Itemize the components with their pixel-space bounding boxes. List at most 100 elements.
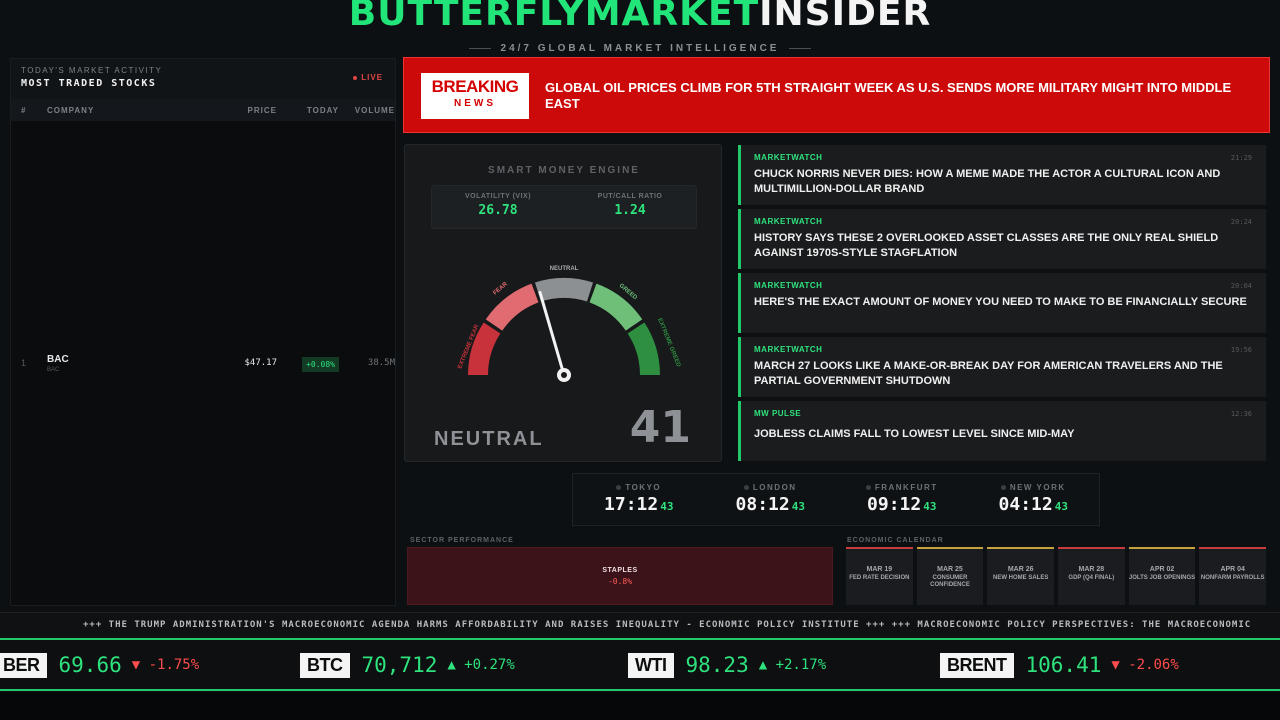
- news-time: 20:24: [1230, 218, 1252, 226]
- clock-time: 04:12 43: [968, 494, 1100, 515]
- event-name: NONFARM PAYROLLS: [1200, 575, 1265, 581]
- news-headline[interactable]: MARCH 27 LOOKS LIKE A MAKE-OR-BREAK DAY …: [754, 359, 1252, 389]
- news-headline[interactable]: JOBLESS CLAIMS FALL TO LOWEST LEVEL SINC…: [754, 427, 1252, 442]
- clock-tokyo: TOKYO 17:12 43: [573, 474, 705, 525]
- news-time: 12:36: [1230, 410, 1252, 418]
- news-headline[interactable]: HERE'S THE EXACT AMOUNT OF MONEY YOU NEE…: [754, 295, 1252, 310]
- row-rank: 1: [21, 358, 27, 368]
- price-symbol: WTI: [628, 652, 674, 678]
- clock-time: 08:12 43: [705, 494, 837, 515]
- col-company[interactable]: COMPANY: [47, 106, 197, 115]
- label-neutral: NEUTRAL: [550, 266, 579, 272]
- calendar-event[interactable]: APR 02 JOLTS JOB OPENINGS: [1128, 547, 1196, 605]
- brand-part-2: INSIDER: [759, 0, 932, 34]
- vix-value: 26.78: [478, 203, 518, 218]
- zone-extreme-greed: [627, 322, 660, 376]
- sector-value: -0.8%: [607, 577, 633, 586]
- col-today[interactable]: TODAY: [277, 106, 339, 115]
- clock-dot-icon: [743, 485, 749, 491]
- news-item[interactable]: MARKETWATCH 21:29 CHUCK NORRIS NEVER DIE…: [738, 145, 1266, 205]
- price-value: 98.23: [685, 653, 749, 677]
- price-value: 70,712: [361, 653, 438, 677]
- panel-header: TODAY'S MARKET ACTIVITY MOST TRADED STOC…: [11, 59, 395, 99]
- news-item[interactable]: MARKETWATCH 20:24 HISTORY SAYS THESE 2 O…: [738, 209, 1266, 269]
- world-clocks: TOKYO 17:12 43 LONDON 08:12 43 FRANKFURT 0…: [572, 473, 1100, 526]
- news-item[interactable]: MW PULSE 12:36 JOBLESS CLAIMS FALL TO LO…: [738, 401, 1266, 461]
- calendar-event[interactable]: APR 04 NONFARM PAYROLLS: [1199, 547, 1267, 605]
- price-change: ▲ +0.27%: [447, 657, 515, 673]
- clock-city-label: FRANKFURT: [874, 483, 938, 492]
- clock-london: LONDON 08:12 43: [705, 474, 837, 525]
- news-item[interactable]: MARKETWATCH 20:04 HERE'S THE EXACT AMOUN…: [738, 273, 1266, 333]
- col-volume[interactable]: VOLUME: [339, 106, 395, 115]
- panel-title: MOST TRADED STOCKS: [21, 78, 157, 89]
- zone-neutral: [534, 278, 594, 302]
- gauge-needle: [538, 290, 566, 377]
- sector-label: SECTOR PERFORMANCE: [410, 537, 514, 544]
- sentiment-gauge-card: SMART MONEY ENGINE VOLATILITY (VIX) 26.7…: [404, 144, 722, 462]
- label-extreme-greed: EXTREME GREED: [656, 318, 681, 369]
- gauge-title: SMART MONEY ENGINE: [488, 165, 640, 176]
- brand-part-1: BUTTERFLYMARKET: [348, 0, 760, 34]
- clock-hhmm: 08:12: [735, 494, 790, 515]
- news-time: 19:56: [1230, 346, 1252, 354]
- clock-seconds: 43: [1054, 500, 1068, 513]
- col-price[interactable]: PRICE: [197, 106, 277, 115]
- breaking-badge: BREAKING NEWS: [421, 73, 529, 119]
- breaking-headline[interactable]: GLOBAL OIL PRICES CLIMB FOR 5TH STRAIGHT…: [545, 80, 1245, 112]
- clock-city: FRANKFURT: [836, 483, 968, 492]
- label-fear: FEAR: [492, 281, 509, 297]
- zone-fear: [485, 283, 539, 331]
- calendar-event[interactable]: MAR 28 GDP (Q4 FINAL): [1058, 547, 1125, 605]
- event-name: GDP (Q4 FINAL): [1068, 575, 1115, 581]
- col-rank[interactable]: #: [11, 106, 47, 115]
- price-item[interactable]: BRENT 106.41 ▼ -2.06%: [940, 652, 1179, 678]
- calendar-event[interactable]: MAR 25 CONSUMER CONFIDENCE: [916, 547, 984, 605]
- row-volume: 38.5M: [367, 358, 395, 368]
- news-ticker: +++ THE TRUMP ADMINISTRATION'S MACROECON…: [0, 612, 1280, 638]
- put-call-value: 1.24: [614, 203, 646, 218]
- event-name: NEW HOME SALES: [993, 575, 1049, 581]
- change-pill: +0.08%: [302, 357, 339, 372]
- clock-dot-icon: [865, 485, 871, 491]
- price-item[interactable]: WTI 98.23 ▲ +2.17%: [628, 652, 826, 678]
- news-headline[interactable]: HISTORY SAYS THESE 2 OVERLOOKED ASSET CL…: [754, 231, 1252, 261]
- clock-city-label: TOKYO: [625, 483, 662, 492]
- news-headline[interactable]: CHUCK NORRIS NEVER DIES: HOW A MEME MADE…: [754, 167, 1252, 197]
- clock-seconds: 43: [660, 500, 674, 513]
- news-source: MW PULSE: [754, 409, 802, 418]
- clock-dot-icon: [616, 485, 622, 491]
- row-today: +0.08%: [277, 354, 339, 372]
- clock-seconds: 43: [791, 500, 805, 513]
- tagline: 24/7 GLOBAL MARKET INTELLIGENCE: [0, 43, 1280, 54]
- clock-frankfurt: FRANKFURT 09:12 43: [836, 474, 968, 525]
- calendar-event[interactable]: MAR 26 NEW HOME SALES: [987, 547, 1055, 605]
- calendar-event[interactable]: MAR 19 FED RATE DECISION: [846, 547, 913, 605]
- brand-logo: BUTTERFLYMARKETINSIDER: [0, 0, 1280, 36]
- row-company: BAC BAC: [47, 354, 197, 373]
- news-source: MARKETWATCH: [754, 153, 823, 162]
- most-traded-panel: TODAY'S MARKET ACTIVITY MOST TRADED STOC…: [10, 58, 396, 606]
- price-item[interactable]: BER 69.66 ▼ -1.75%: [0, 652, 199, 678]
- gauge-metrics: VOLATILITY (VIX) 26.78 PUT/CALL RATIO 1.…: [431, 185, 697, 229]
- event-name: FED RATE DECISION: [849, 575, 910, 581]
- sentiment-state: NEUTRAL: [434, 428, 544, 450]
- news-label: NEWS: [454, 98, 496, 109]
- bottom-bar: [0, 692, 1280, 720]
- price-item[interactable]: BTC 70,712 ▲ +0.27%: [300, 652, 515, 678]
- event-name: JOLTS JOB OPENINGS: [1128, 575, 1196, 581]
- breaking-news-banner[interactable]: BREAKING NEWS GLOBAL OIL PRICES CLIMB FO…: [403, 57, 1270, 133]
- table-row[interactable]: 1 BAC BAC $47.17 +0.08% 38.5M: [11, 351, 397, 375]
- news-item[interactable]: MARKETWATCH 19:56 MARCH 27 LOOKS LIKE A …: [738, 337, 1266, 397]
- event-date: MAR 25: [937, 566, 963, 573]
- clock-dot-icon: [1000, 485, 1006, 491]
- event-date: APR 02: [1149, 566, 1175, 573]
- sentiment-score: 41: [629, 402, 691, 453]
- company-ticker: BAC: [47, 353, 69, 365]
- sector-tile[interactable]: STAPLES -0.8%: [407, 547, 833, 605]
- row-price: $47.17: [244, 358, 277, 368]
- price-change: ▼ -1.75%: [131, 657, 200, 673]
- panel-subtitle: TODAY'S MARKET ACTIVITY: [21, 66, 163, 75]
- economic-calendar: MAR 19 FED RATE DECISION MAR 25 CONSUMER C…: [846, 547, 1267, 605]
- clock-time: 09:12 43: [836, 494, 968, 515]
